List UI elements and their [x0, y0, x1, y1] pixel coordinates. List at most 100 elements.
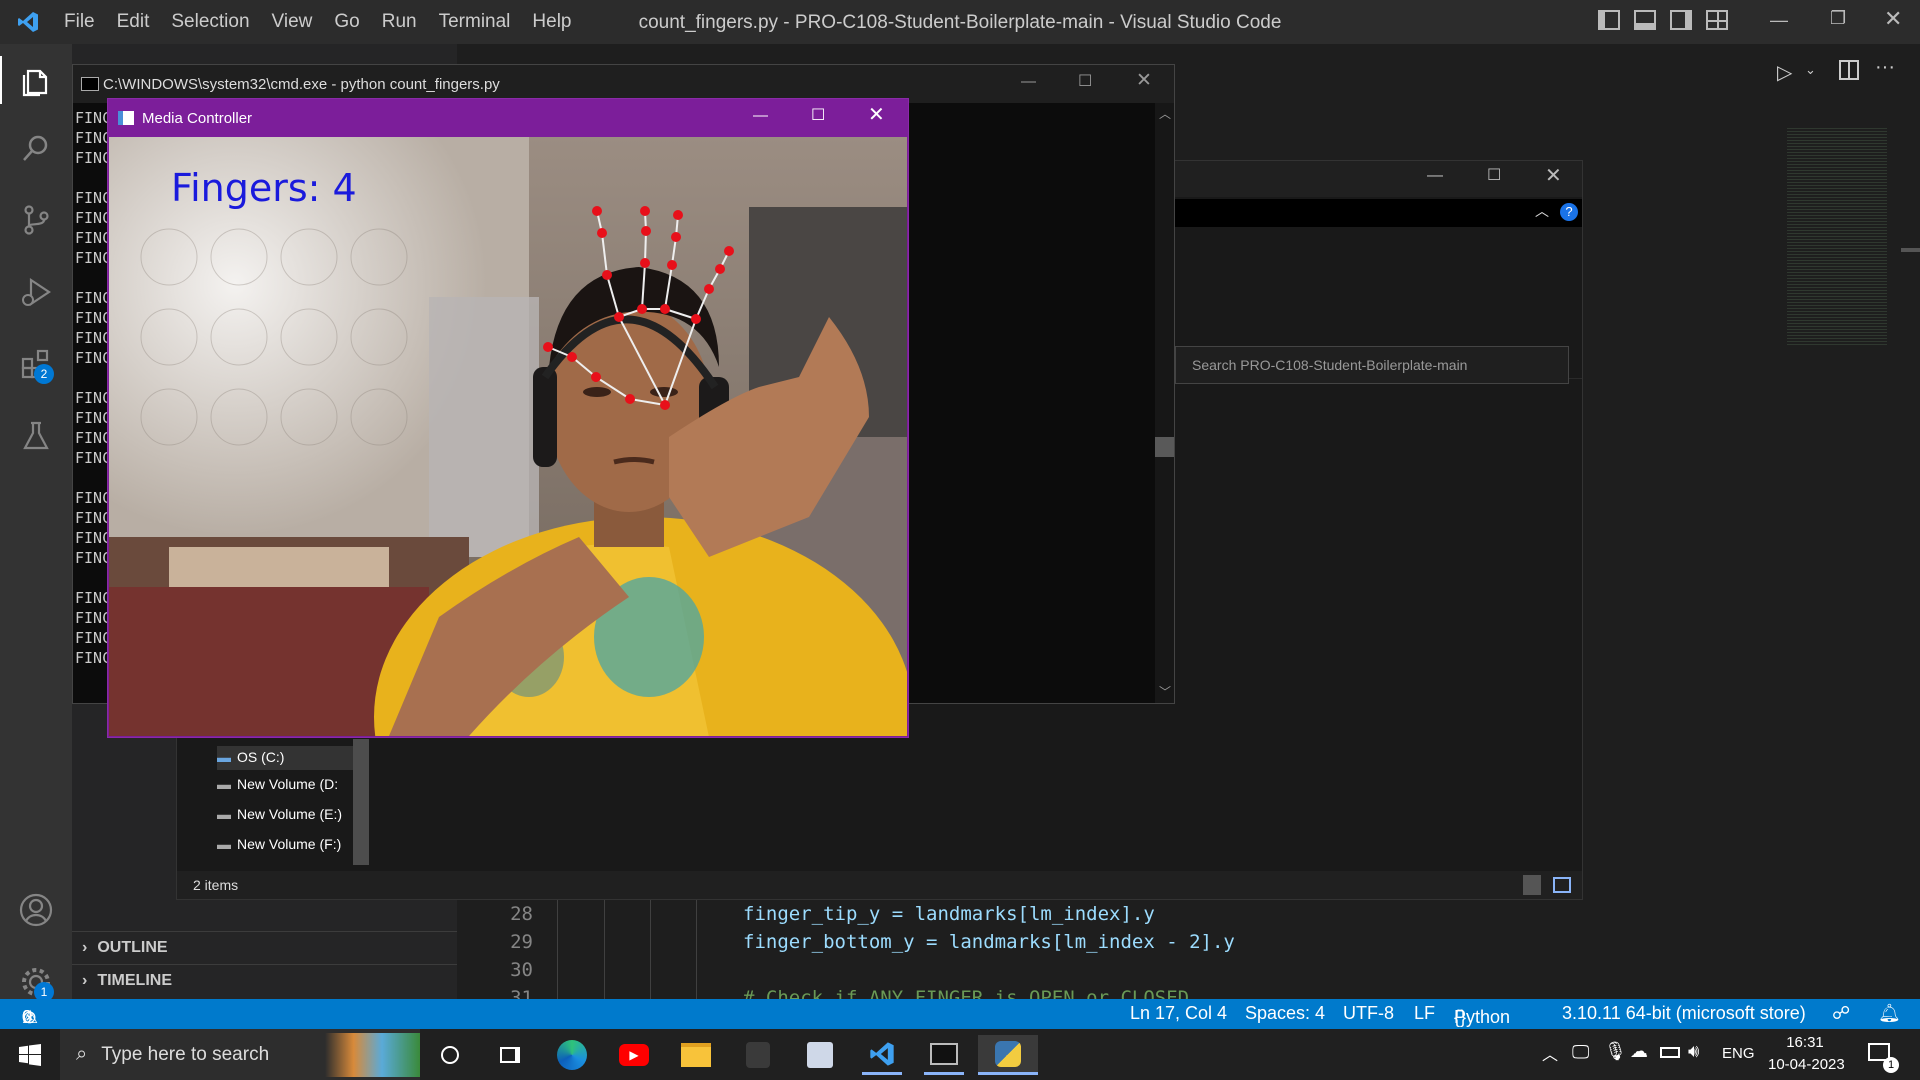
hand-landmark — [641, 226, 651, 236]
split-editor-icon[interactable] — [1839, 60, 1859, 80]
cmd-output-line: FINC — [75, 489, 112, 507]
onedrive-icon[interactable]: ☁︎ — [1630, 1041, 1648, 1062]
media-close-button[interactable]: ✕ — [868, 102, 885, 127]
edge-icon[interactable] — [552, 1035, 592, 1075]
task-view-icon[interactable] — [490, 1035, 530, 1075]
menu-selection[interactable]: Selection — [171, 11, 249, 33]
nav-scrollbar[interactable] — [353, 739, 369, 865]
search-input[interactable]: Search PRO-C108-Student-Boilerplate-main — [1175, 346, 1569, 384]
media-minimize-button[interactable]: — — [753, 107, 768, 124]
menu-view[interactable]: View — [272, 11, 313, 33]
cmd-output-line: FINC — [75, 289, 112, 307]
finger-count-overlay: Fingers: 4 — [171, 166, 357, 210]
customize-layout-icon[interactable] — [1706, 10, 1728, 30]
cortana-icon[interactable] — [430, 1035, 470, 1075]
drive-item[interactable]: ▬ OS (C:) — [217, 746, 353, 770]
toggle-secondary-sidebar-icon[interactable] — [1670, 10, 1692, 30]
volume-icon[interactable]: 🔊︎ — [1688, 1041, 1699, 1062]
cmd-scrollbar[interactable] — [1155, 103, 1174, 703]
python-interpreter[interactable]: 3.10.11 64-bit (microsoft store) — [1562, 1003, 1806, 1024]
app-icon[interactable] — [738, 1035, 778, 1075]
testing-icon[interactable] — [12, 412, 60, 460]
close-button[interactable]: ✕ — [1884, 6, 1902, 32]
restore-button[interactable]: ❐ — [1830, 8, 1846, 29]
thumbnail-view-icon[interactable] — [1553, 877, 1571, 893]
menu-go[interactable]: Go — [334, 11, 359, 33]
zoom-icon[interactable] — [800, 1035, 840, 1075]
extensions-icon[interactable]: 2 — [12, 340, 60, 388]
taskbar-search[interactable]: ⌕ Type here to search — [60, 1029, 420, 1080]
hand-landmark — [671, 232, 681, 242]
accounts-icon[interactable] — [12, 886, 60, 934]
source-control-icon[interactable] — [12, 196, 60, 244]
code-line[interactable]: finger_tip_y = landmarks[lm_index].y — [743, 903, 1155, 925]
menu-edit[interactable]: Edit — [117, 11, 150, 33]
cmd-scroll-thumb[interactable] — [1155, 437, 1174, 457]
dialog-minimize-button[interactable]: — — [1427, 167, 1443, 185]
help-icon[interactable]: ? — [1560, 203, 1578, 221]
details-view-icon[interactable] — [1523, 875, 1541, 895]
show-hidden-icons-chevron[interactable]: ︿ — [1542, 1041, 1558, 1065]
hand-landmark — [625, 394, 635, 404]
timeline-section[interactable]: › TIMELINE — [72, 964, 457, 997]
cmd-minimize-button[interactable]: — — [1021, 73, 1036, 90]
scroll-up-icon[interactable]: ︿ — [1159, 105, 1171, 122]
clock-time[interactable]: 16:31 — [1770, 1034, 1840, 1051]
clock-date[interactable]: 10-04-2023 — [1768, 1056, 1845, 1073]
language-indicator[interactable]: ENG — [1722, 1045, 1755, 1062]
toggle-sidebar-icon[interactable] — [1598, 10, 1620, 30]
menu-help[interactable]: Help — [532, 11, 571, 33]
run-debug-icon[interactable] — [12, 268, 60, 316]
notifications-bell-icon[interactable]: 🔔︎ — [1878, 1003, 1901, 1024]
line-number: 28 — [510, 903, 533, 925]
editor-scrollbar[interactable] — [1901, 248, 1920, 252]
code-line[interactable]: finger_bottom_y = landmarks[lm_index - 2… — [743, 931, 1235, 953]
menu-terminal[interactable]: Terminal — [439, 11, 511, 33]
drive-label: New Volume (D: — [237, 776, 339, 792]
chevron-right-icon: › — [82, 972, 88, 989]
terminal-taskbar-icon[interactable] — [924, 1035, 964, 1075]
search-icon[interactable] — [12, 124, 60, 172]
code-line[interactable]: # Check if ANY FINGER is OPEN or CLOSED — [743, 987, 1189, 999]
dialog-maximize-button[interactable]: ☐ — [1487, 165, 1501, 185]
cmd-maximize-button[interactable]: ☐ — [1078, 71, 1092, 91]
network-icon[interactable]: 🖵︎ — [1572, 1042, 1589, 1063]
cmd-close-button[interactable]: ✕ — [1136, 69, 1152, 92]
more-actions-icon[interactable]: ··· — [1875, 56, 1895, 79]
microphone-icon[interactable]: 🎙︎ — [1604, 1041, 1627, 1062]
scroll-down-icon[interactable]: ﹀ — [1159, 683, 1171, 700]
dialog-status-bar — [177, 871, 1582, 899]
ribbon-collapse-icon[interactable]: ︿ — [1535, 201, 1549, 221]
drive-item[interactable]: ▬ New Volume (E:) — [217, 806, 342, 822]
drive-item[interactable]: ▬ New Volume (F:) — [217, 836, 341, 852]
hand-landmark — [614, 312, 624, 322]
hand-landmark — [715, 264, 725, 274]
youtube-icon[interactable]: ▶ — [614, 1035, 654, 1075]
line-number: 30 — [510, 959, 533, 981]
run-dropdown-icon[interactable]: ⌄ — [1805, 62, 1816, 78]
outline-section[interactable]: › OUTLINE — [72, 931, 457, 964]
dialog-close-button[interactable]: ✕ — [1545, 163, 1562, 188]
drive-icon: ▬ — [217, 836, 231, 852]
minimize-button[interactable]: — — [1770, 10, 1788, 31]
toggle-panel-icon[interactable] — [1634, 10, 1656, 30]
explorer-icon[interactable] — [0, 56, 72, 104]
cursor-position[interactable]: Ln 17, Col 4 — [1130, 1003, 1227, 1024]
menu-file[interactable]: File — [64, 11, 95, 33]
python-taskbar-icon[interactable] — [978, 1035, 1038, 1075]
hand-landmark — [637, 304, 647, 314]
minimap[interactable] — [1787, 126, 1887, 346]
encoding[interactable]: UTF-8 — [1343, 1003, 1394, 1024]
file-explorer-icon[interactable] — [676, 1035, 716, 1075]
menu-run[interactable]: Run — [382, 11, 417, 33]
windows-start-icon[interactable] — [10, 1035, 50, 1075]
feedback-icon[interactable]: ☍ — [1832, 1003, 1850, 1024]
run-file-icon[interactable]: ▷ — [1777, 60, 1792, 85]
drive-item[interactable]: ▬ New Volume (D: — [217, 776, 338, 792]
media-maximize-button[interactable]: ☐ — [811, 105, 825, 125]
eol[interactable]: LF — [1414, 1003, 1435, 1024]
indentation[interactable]: Spaces: 4 — [1245, 1003, 1325, 1024]
app-window-icon — [118, 111, 134, 125]
battery-icon[interactable] — [1660, 1047, 1680, 1058]
vscode-taskbar-icon[interactable] — [862, 1035, 902, 1075]
